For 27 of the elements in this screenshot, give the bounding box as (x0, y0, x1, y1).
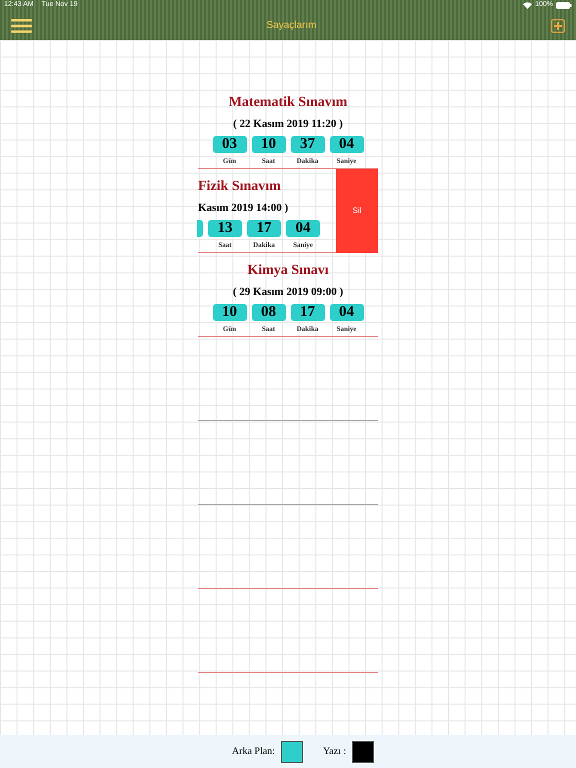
countdown-value: 04 (286, 220, 320, 237)
color-swatch[interactable] (352, 740, 374, 762)
countdown-value: 37 (290, 136, 324, 153)
counter-date: ( 22 Kasım 2019 11:20 ) (233, 118, 343, 131)
countdown-value: 10 (252, 136, 286, 153)
wifi-icon (523, 2, 532, 9)
countdown-value: 04 (330, 304, 364, 321)
nav-title: Sayaçlarım (266, 19, 316, 33)
countdown-value: 17 (247, 220, 281, 237)
setting-label: Yazı : (322, 745, 346, 759)
setting-label: Arka Plan: (232, 745, 275, 759)
countdown-value: 04 (330, 136, 364, 153)
battery-icon (556, 2, 572, 9)
color-swatch[interactable] (280, 740, 303, 762)
delete-button[interactable]: Sil (336, 169, 378, 253)
counter-date: Kasım 2019 14:00 ) (198, 202, 288, 215)
add-icon[interactable] (550, 18, 565, 32)
countdown-value: 13 (208, 220, 242, 237)
countdown-value: 17 (290, 304, 324, 321)
menu-icon[interactable] (11, 18, 32, 34)
counter-title: Matematik Sınavım (228, 94, 348, 112)
counter-date: ( 29 Kasım 2019 09:00 ) (232, 286, 344, 299)
counter-title: Kimya Sınavı (247, 262, 329, 280)
countdown-value: 08 (252, 304, 286, 321)
countdown-value: 03 (212, 136, 246, 153)
counter-title: Fizik Sınavım (198, 178, 281, 196)
countdown-value: 10 (212, 304, 246, 321)
